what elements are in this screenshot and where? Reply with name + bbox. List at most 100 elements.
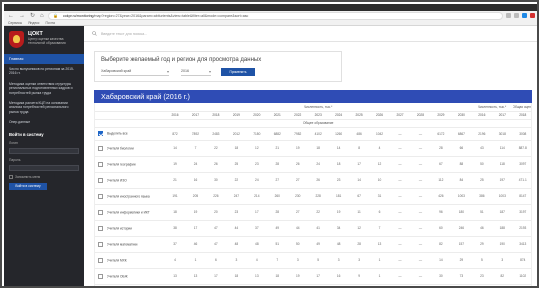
table-column-header: 2020 [246,111,268,120]
table-cell: 3018 [492,127,513,141]
bookmark-item[interactable]: Почта [45,21,54,25]
password-field[interactable] [9,164,79,171]
table-cell: 28 [267,156,288,173]
apply-button[interactable]: Применить [221,68,255,76]
extension-icon[interactable] [514,13,519,18]
table-row[interactable]: Выделить все 872 7892 2483 2012 7180 6882 7982 4… [95,127,531,141]
sidebar-link-structure-method[interactable]: Методика оценки ответствия структуры рег… [4,79,84,98]
table-cell: — [410,140,431,157]
table-row[interactable]: Учителя математики 37 46 47 48 48 51 50 49 48 28 13… [95,236,531,253]
table-cell: 50 [287,236,308,253]
table-subgroup-header: Общее образование [164,119,472,128]
sidebar-item-home[interactable]: Главная [4,54,84,64]
row-checkbox[interactable] [98,225,103,231]
table-cell: 23 [471,268,493,285]
coat-of-arms-icon [9,31,24,48]
forward-icon[interactable]: → [19,13,25,19]
bookmark-item[interactable]: Сервисы [8,21,22,25]
table-year-row: 2016 2017 2018 2019 2020 2021 2022 2023 2024 2025… [95,111,531,120]
extension-icon[interactable] [506,13,511,18]
login-label: Логин [9,140,18,145]
table-cell: 23 [328,172,349,189]
search-bar[interactable]: Введите текст для поиска... [84,26,537,42]
region-select[interactable]: Хабаровский край [101,68,169,76]
table-cell: 7892 [185,127,206,141]
login-title: Войти в систему [9,131,44,137]
table-row[interactable]: Учителя ОБЖ 13 13 17 18 13 18 19 17 16 9 1— —30 73 23 8… [95,268,531,285]
sidebar-link-operational-data[interactable]: Опер.данные [4,117,84,127]
table-column-header: 2021 [267,111,288,120]
sidebar-link-graduates[interactable]: Число выпускников по регионам за 2015-20… [4,64,84,79]
row-checkbox[interactable] [98,145,103,151]
row-checkbox[interactable] [98,193,103,199]
table-cell: 18 [307,140,329,157]
table-cell: 17 [185,220,206,237]
extension-icon[interactable] [522,13,527,18]
table-cell: 191 [164,188,186,205]
table-cell: 486 [348,127,370,141]
data-table-container[interactable]: Численность, тыс.* Численность, тыс.* Об… [94,103,532,286]
table-cell: 12 [369,156,390,173]
table-row[interactable]: Учителя информатики и ИКТ 18 19 20 23 17 28 27 2… [95,204,531,221]
data-table: Численность, тыс.* Численность, тыс.* Об… [95,103,531,285]
logo[interactable]: ЦОКТ Центр оценки качества технологий об… [4,26,84,52]
table-cell: 3 [348,252,370,269]
table-cell: — [410,236,431,253]
adblock-icon[interactable] [530,13,535,18]
row-name-cell: Учителя ОБЖ [95,268,165,285]
table-cell: 24 [246,172,268,189]
row-checkbox[interactable] [98,273,103,279]
table-row[interactable]: Учителя МХК 4 1 6 3 4 7 3 5 3 3 1— —14 29 5 3 874 [95,252,531,269]
table-cell: — [389,188,411,205]
table-cell: 11 [348,204,370,221]
row-name-cell: Учителя истории [95,220,165,237]
row-checkbox[interactable] [98,257,103,263]
row-checkbox[interactable] [98,241,103,247]
browser-nav-buttons: ← → ↻ ⌂ [8,13,44,19]
table-cell: 205 [185,188,206,205]
address-bar[interactable]: 🔒 cokpr.ru/monitoring/map?region=27&year… [48,12,503,20]
table-cell: 214 [246,188,268,205]
checkbox-icon[interactable] [9,174,13,179]
table-cell: 7 [185,140,206,157]
table-cell: 3197 [512,204,531,221]
row-checkbox[interactable] [98,161,103,167]
table-row[interactable]: Учителя географии 19 24 26 25 23 28 26 24 18 17 12—… [95,156,531,173]
row-checkbox[interactable] [98,177,103,183]
table-cell: 29 [451,252,472,269]
login-button[interactable]: Войти в систему [9,182,47,190]
table-cell: 46 [471,220,493,237]
table-row[interactable]: Учителя иностранного языка 191 205 226 247 21… [95,188,531,205]
table-column-header: 2028 [410,111,431,120]
remember-me-checkbox[interactable]: Запомнить меня [4,173,84,181]
filter-card: Выберите желаемый год и регион для просм… [94,51,342,82]
table-cell: 43 [471,140,493,157]
reload-icon[interactable]: ↻ [30,13,35,19]
login-field[interactable] [9,147,79,154]
row-checkbox[interactable] [98,209,103,215]
table-column-header: 2022 [287,111,308,120]
table-cell: 386 [471,188,493,205]
table-cell: 1003 [451,188,472,205]
table-row[interactable]: Учителя биологии 14 7 22 18 12 21 19 18 14 8 4— —28 6… [95,140,531,157]
table-cell: 12 [246,140,268,157]
sidebar-link-kcp-method[interactable]: Методика расчета КЦП на основании анализ… [4,98,84,117]
table-cell: 3413 [512,236,531,253]
table-cell: 14 [164,140,186,157]
table-cell: 1 [369,268,390,285]
table-row[interactable]: Учителя ИЗО 21 16 30 22 24 27 27 26 23 14 10— —112 84… [95,172,531,189]
table-cell: — [389,127,411,141]
table-cell: 246 [451,220,472,237]
row-checkbox[interactable] [98,131,103,136]
home-icon[interactable]: ⌂ [40,13,44,19]
table-cell: — [389,268,411,285]
table-cell: 38 [164,220,186,237]
table-cell: 49 [307,236,329,253]
table-cell: 16 [328,268,349,285]
table-row[interactable]: Учителя истории 38 17 47 44 37 49 44 41 34 12 7— —60… [95,220,531,237]
table-column-header: 2030 [451,111,472,120]
bookmark-item[interactable]: Яндекс [28,21,39,25]
back-icon[interactable]: ← [8,13,14,19]
year-select[interactable]: 2016 [181,68,211,76]
table-cell: 4102 [307,127,329,141]
